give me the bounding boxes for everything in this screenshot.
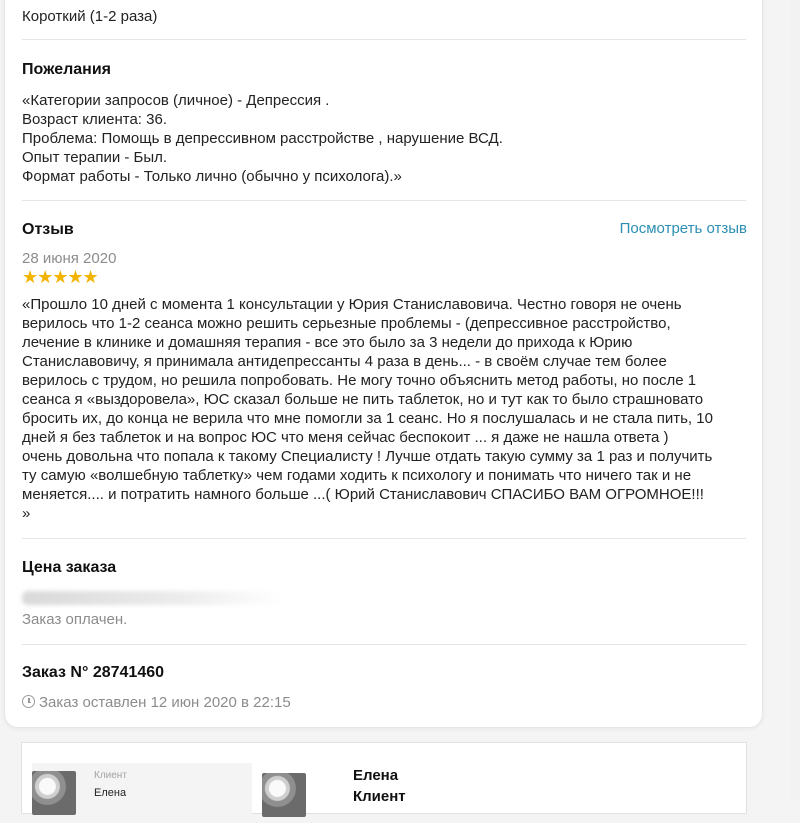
wishes-line: Опыт терапии - Был. [22,149,168,166]
divider [22,538,746,539]
client-role: Клиент [353,788,406,805]
divider [22,644,746,645]
client-panel: Клиент Елена Елена Клиент [21,742,747,823]
order-number: Заказ N° 28741460 [22,664,165,681]
review-line: Станиславовичу, я принимала антидепресса… [22,353,667,370]
review-line: лечение в клинике и домашняя терапия - в… [22,334,633,351]
price-heading: Цена заказа [22,559,117,576]
review-date: 28 июня 2020 [22,250,117,267]
review-line: очень довольна что попала к такому Специ… [22,448,713,465]
divider [22,39,746,40]
view-review-link[interactable]: Посмотреть отзыв [620,220,747,237]
rating-stars: ★★★★★ [22,267,99,288]
review-line: «Прошло 10 дней с момента 1 консультации… [22,296,682,313]
review-line: верилось что 1-2 сеанса можно решить сер… [22,315,671,332]
wishes-text: «Категории запросов (личное) - Депрессия… [22,91,503,186]
review-line: дней я без таблеток и на вопрос ЮС что м… [22,429,669,446]
client-thumb-label: Клиент [94,770,127,781]
review-line: сеанса я «выздоровела», ЮС сказал больше… [22,391,704,408]
wishes-line: Формат работы - Только лично (обычно у п… [22,168,402,185]
client-thumb-name: Елена [94,787,127,799]
scrollbar-track[interactable] [790,0,800,800]
payment-status: Заказ оплачен. [22,611,128,628]
clock-icon [22,695,35,708]
review-line: » [22,505,31,522]
wishes-line: «Категории запросов (личное) - Депрессия… [22,92,330,109]
wishes-line: Возраст клиента: 36. [22,111,167,128]
client-photo [32,771,76,815]
review-heading: Отзыв [22,221,74,238]
duration-value: Короткий (1-2 раза) [22,8,158,25]
divider [22,200,746,201]
client-avatar [262,773,306,817]
review-line: меняется.... и потратить намного больше … [22,486,704,503]
client-thumbnail[interactable]: Клиент Елена [32,763,252,823]
order-created: Заказ оставлен 12 июн 2020 в 22:15 [22,693,291,712]
review-line: ту самую «волшебную таблетку» чем годами… [22,467,692,484]
order-created-text: Заказ оставлен 12 июн 2020 в 22:15 [39,694,291,711]
blurred-price [22,591,282,605]
star-icons: ★★★★★ [22,267,99,287]
wishes-line: Проблема: Помощь в депрессивном расстрой… [22,130,503,147]
client-name: Елена [353,767,399,784]
order-card: Короткий (1-2 раза) Пожелания «Категории… [4,0,763,728]
wishes-heading: Пожелания [22,61,111,78]
review-line: верилось с трудом, но решила попробовать… [22,372,697,389]
review-line: бросить их, до конца не верила что мне п… [22,410,713,427]
review-text: «Прошло 10 дней с момента 1 консультации… [22,295,713,523]
